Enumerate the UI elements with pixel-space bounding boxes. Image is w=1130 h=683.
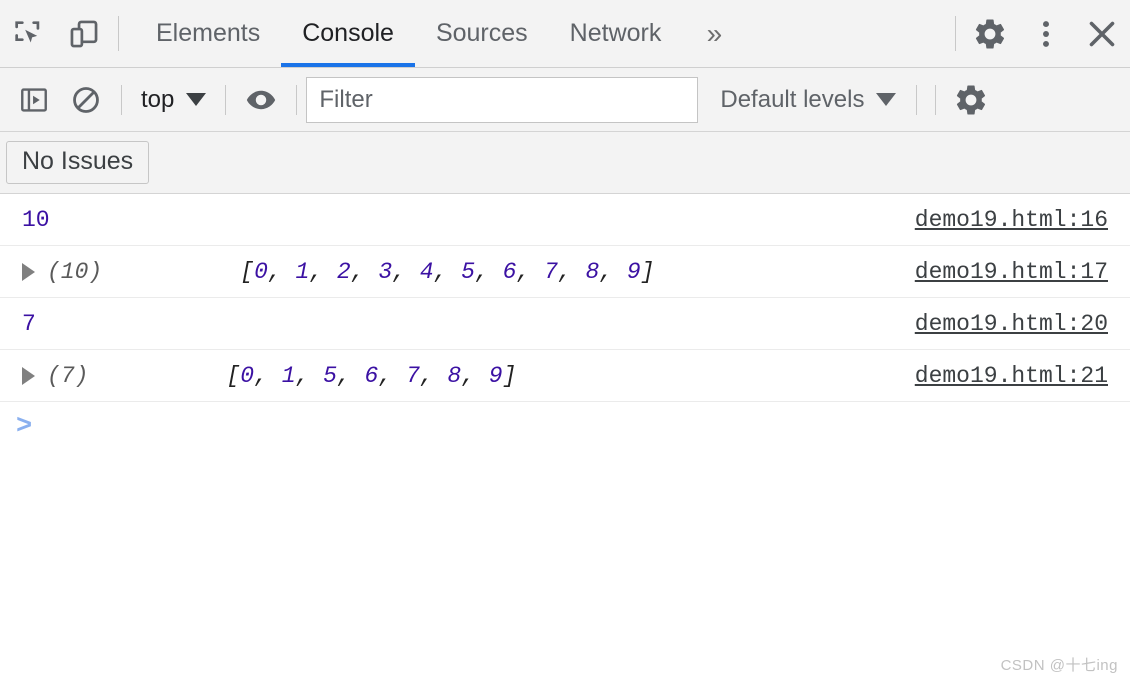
expand-triangle-icon[interactable] xyxy=(22,262,35,281)
console-message-list: 10 demo19.html:16 (10) [0, 1, 2, 3, 4, 5… xyxy=(0,194,1130,683)
array-separator: , xyxy=(336,362,365,389)
array-open-bracket: [ xyxy=(240,258,255,285)
chevron-down-icon xyxy=(186,93,207,106)
console-value-number: 7 xyxy=(22,310,36,337)
console-message-content: 7 xyxy=(22,311,915,337)
array-separator: , xyxy=(254,362,282,389)
expand-triangle-icon[interactable] xyxy=(22,366,35,385)
array-item: 8 xyxy=(585,258,600,285)
console-message-row[interactable]: (7) [0, 1, 5, 6, 7, 8, 9] demo19.html:21 xyxy=(0,350,1130,402)
array-separator: , xyxy=(599,258,627,285)
array-separator: , xyxy=(461,362,489,389)
console-sidebar-toggle-icon[interactable] xyxy=(8,74,60,126)
array-separator: , xyxy=(557,258,586,285)
console-message-content: 10 xyxy=(22,207,915,233)
watermark: CSDN @十七ing xyxy=(1000,657,1118,674)
three-dot-menu-icon[interactable] xyxy=(1018,0,1074,67)
chevron-down-icon xyxy=(876,93,897,106)
device-toolbar-icon[interactable] xyxy=(56,0,112,67)
no-issues-button[interactable]: No Issues xyxy=(6,140,150,185)
live-expression-eye-icon[interactable] xyxy=(235,74,287,126)
array-separator: , xyxy=(474,258,503,285)
prompt-caret-icon: > xyxy=(16,412,33,442)
clear-console-icon[interactable] xyxy=(60,74,112,126)
array-item: 7 xyxy=(544,258,558,285)
console-toolbar: top Default levels xyxy=(0,68,1130,132)
execution-context-selector[interactable]: top xyxy=(131,86,216,114)
filter-input[interactable] xyxy=(306,76,699,123)
source-link[interactable]: demo19.html:17 xyxy=(915,259,1108,285)
tab-console-label: Console xyxy=(302,19,394,47)
console-message-row[interactable]: (10) [0, 1, 2, 3, 4, 5, 6, 7, 8, 9] demo… xyxy=(0,246,1130,298)
array-length-label: (10) xyxy=(47,258,103,285)
tab-network-label: Network xyxy=(569,19,662,47)
array-close-bracket: ] xyxy=(502,362,517,389)
array-separator: , xyxy=(378,362,406,389)
array-preview: [0, 1, 5, 6, 7, 8, 9] xyxy=(88,337,516,415)
array-item: 7 xyxy=(405,362,420,389)
inspect-element-icon[interactable] xyxy=(0,0,56,67)
array-item: 8 xyxy=(447,362,462,389)
array-separator: , xyxy=(295,362,324,389)
source-link[interactable]: demo19.html:20 xyxy=(915,311,1108,337)
tab-sources[interactable]: Sources xyxy=(415,0,549,67)
array-separator: , xyxy=(392,258,420,285)
issues-bar: No Issues xyxy=(0,132,1130,194)
source-link[interactable]: demo19.html:16 xyxy=(915,207,1108,233)
more-tabs-icon[interactable]: » xyxy=(682,0,746,67)
array-item: 9 xyxy=(626,258,641,285)
execution-context-label: top xyxy=(141,85,175,113)
array-item: 4 xyxy=(419,258,434,285)
array-open-bracket: [ xyxy=(226,362,241,389)
toolbar-divider-4 xyxy=(916,84,918,115)
array-item: 6 xyxy=(364,362,379,389)
console-message-content: (7) [0, 1, 5, 6, 7, 8, 9] xyxy=(22,337,915,415)
array-item: 1 xyxy=(281,362,296,389)
log-levels-selector[interactable]: Default levels xyxy=(720,85,897,114)
array-item: 5 xyxy=(323,362,337,389)
array-item: 5 xyxy=(461,258,475,285)
log-levels-label: Default levels xyxy=(720,85,865,113)
array-item: 1 xyxy=(295,258,310,285)
gear-icon[interactable] xyxy=(962,0,1018,67)
array-length-label: (7) xyxy=(47,362,89,389)
array-item: 0 xyxy=(240,362,255,389)
array-item: 3 xyxy=(378,258,393,285)
array-separator: , xyxy=(350,258,379,285)
array-separator: , xyxy=(516,258,545,285)
array-preview: [0, 1, 2, 3, 4, 5, 6, 7, 8, 9] xyxy=(102,233,654,311)
tab-sources-label: Sources xyxy=(435,19,528,47)
array-separator: , xyxy=(419,362,448,389)
panel-tabs: Elements Console Sources Network xyxy=(135,0,682,67)
tab-elements-label: Elements xyxy=(156,19,261,47)
tab-network[interactable]: Network xyxy=(549,0,683,67)
console-value-number: 10 xyxy=(22,206,50,233)
array-separator: , xyxy=(309,258,337,285)
toolbar-divider-5 xyxy=(935,84,937,115)
toolbar-divider-1 xyxy=(121,84,122,115)
array-separator: , xyxy=(267,258,296,285)
tabbar-actions-divider xyxy=(955,16,956,51)
devtools-tabbar: Elements Console Sources Network » xyxy=(0,0,1130,68)
toolbar-divider-3 xyxy=(296,84,298,115)
console-settings-gear-icon[interactable] xyxy=(945,74,997,126)
devtools-window: Elements Console Sources Network » top F… xyxy=(0,0,1130,683)
more-tabs-label: » xyxy=(706,17,723,49)
source-link[interactable]: demo19.html:21 xyxy=(915,363,1108,389)
close-icon[interactable] xyxy=(1074,0,1130,67)
tab-elements[interactable]: Elements xyxy=(135,0,281,67)
console-message-content: (10) [0, 1, 2, 3, 4, 5, 6, 7, 8, 9] xyxy=(22,233,915,311)
toolbar-divider-2 xyxy=(225,84,227,115)
array-item: 0 xyxy=(254,258,268,285)
array-item: 9 xyxy=(488,362,503,389)
array-item: 2 xyxy=(336,258,351,285)
array-separator: , xyxy=(433,258,462,285)
tabbar-spacer xyxy=(746,0,949,67)
tab-console[interactable]: Console xyxy=(281,0,415,67)
tabbar-divider xyxy=(118,16,119,51)
array-item: 6 xyxy=(502,258,517,285)
tabbar-actions xyxy=(949,0,1130,67)
array-close-bracket: ] xyxy=(640,258,655,285)
